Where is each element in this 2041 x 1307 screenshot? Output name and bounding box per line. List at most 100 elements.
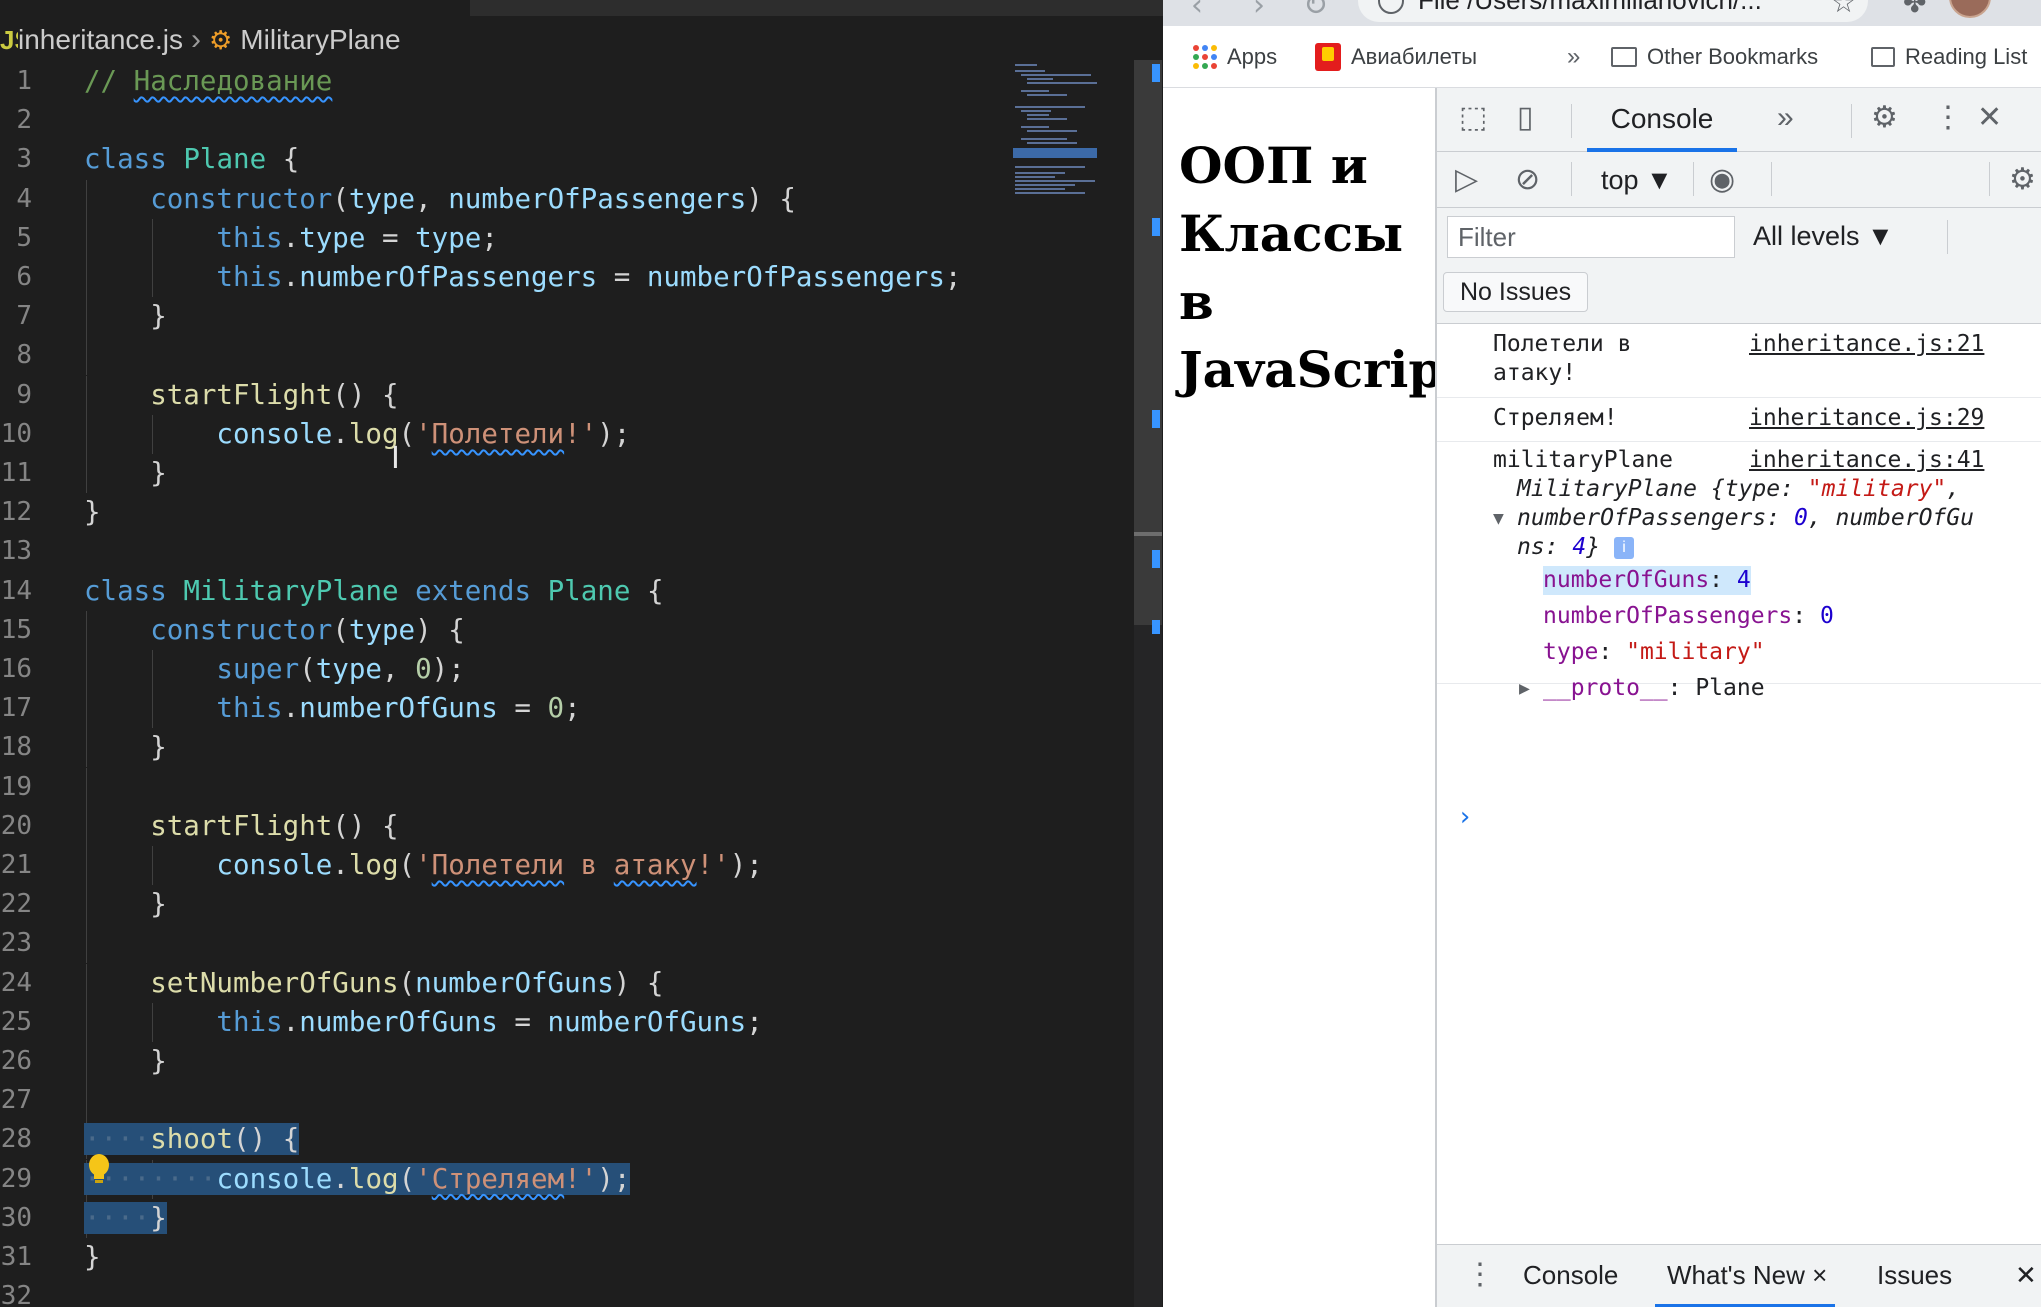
info-icon[interactable]: i xyxy=(1613,536,1634,559)
tab-console[interactable]: Console xyxy=(1587,88,1737,152)
code-text[interactable]: this.numberOfGuns = 0; xyxy=(216,689,580,728)
breadcrumb-file[interactable]: inheritance.js xyxy=(18,24,183,56)
code-line[interactable]: 9 startFlight() { xyxy=(0,375,1020,415)
object-preview-line2[interactable]: numberOfPassengers: 0, numberOfGu xyxy=(1517,504,1974,533)
lightbulb-icon[interactable] xyxy=(86,1153,112,1185)
code-text[interactable]: } xyxy=(84,493,101,532)
kebab-menu-icon[interactable]: ⋮ xyxy=(1933,100,1963,136)
bookmark-aviabilety[interactable]: Авиабилеты xyxy=(1315,26,1477,88)
code-line[interactable]: 17 this.numberOfGuns = 0; xyxy=(0,689,1020,729)
code-text[interactable]: ········console.log('Стреляем!'); xyxy=(84,1160,631,1199)
reload-icon[interactable]: ↻ xyxy=(1303,0,1328,23)
editor-scrollbar[interactable] xyxy=(1134,60,1162,1307)
code-text[interactable]: this.numberOfPassengers = numberOfPassen… xyxy=(216,258,961,297)
code-text[interactable]: } xyxy=(150,1042,167,1081)
other-bookmarks[interactable]: Other Bookmarks xyxy=(1611,26,1818,88)
code-text[interactable]: class MilitaryPlane extends Plane { xyxy=(84,572,664,611)
code-line[interactable]: 8 xyxy=(0,336,1020,376)
code-text[interactable]: this.numberOfGuns = numberOfGuns; xyxy=(216,1003,762,1042)
context-select[interactable]: top ▼ xyxy=(1601,162,1673,198)
code-line[interactable]: 27 xyxy=(0,1081,1020,1121)
address-bar[interactable]: File /Users/maximilianovich/... xyxy=(1358,0,1868,22)
inspect-element-icon[interactable]: ⬚ xyxy=(1459,100,1487,136)
code-text[interactable]: } xyxy=(84,1238,101,1277)
code-line[interactable]: 29 ········console.log('Стреляем!'); xyxy=(0,1159,1020,1199)
code-line[interactable]: 24 setNumberOfGuns(numberOfGuns) { xyxy=(0,963,1020,1003)
console-settings-gear-icon[interactable]: ⚙ xyxy=(2009,162,2036,198)
live-expression-eye-icon[interactable]: ◉ xyxy=(1709,162,1735,198)
code-line[interactable]: 12} xyxy=(0,493,1020,532)
drawer-menu-icon[interactable]: ⋮ xyxy=(1465,1245,1495,1307)
code-line[interactable]: 5 this.type = type; xyxy=(0,218,1020,258)
issues-button[interactable]: No Issues xyxy=(1443,272,1589,312)
device-toolbar-icon[interactable]: ▯ xyxy=(1517,100,1534,136)
code-line[interactable]: 21 console.log('Полетели в атаку!'); xyxy=(0,846,1020,885)
more-tabs-icon[interactable]: » xyxy=(1777,100,1794,136)
code-line[interactable]: 1 // Наследование xyxy=(0,62,1020,101)
code-line[interactable]: 32 xyxy=(0,1277,1020,1307)
code-text[interactable]: } xyxy=(150,885,167,924)
url-text[interactable]: File /Users/maximilianovich/... xyxy=(1418,0,1762,15)
back-arrow-icon[interactable]: ‹ xyxy=(1191,0,1203,23)
drawer-tab-issues[interactable]: Issues xyxy=(1877,1245,1952,1307)
object-preview-line1[interactable]: MilitaryPlane {type: "military", xyxy=(1517,475,1960,504)
code-text[interactable]: console.log('Полетели в атаку!'); xyxy=(216,846,762,885)
code-text[interactable]: ····shoot() { xyxy=(84,1120,300,1159)
expand-triangle-icon[interactable]: ▼ xyxy=(1493,504,1504,533)
forward-arrow-icon[interactable]: › xyxy=(1253,0,1265,23)
proto-property-row[interactable]: __proto__: Plane xyxy=(1543,674,1765,703)
code-text[interactable]: console.log('Полетели!'); xyxy=(216,415,630,454)
code-line[interactable]: 31} xyxy=(0,1238,1020,1277)
bookmarks-overflow-button[interactable]: » xyxy=(1567,26,1580,88)
code-text[interactable]: } xyxy=(150,454,167,493)
code-text[interactable]: super(type, 0); xyxy=(216,650,464,689)
code-line[interactable]: 23 xyxy=(0,924,1020,964)
code-text[interactable]: setNumberOfGuns(numberOfGuns) { xyxy=(150,964,663,1003)
reading-list[interactable]: Reading List xyxy=(1871,26,2027,88)
console-source-link[interactable]: inheritance.js:41 xyxy=(1749,446,1984,475)
code-line[interactable]: 2 xyxy=(0,101,1020,140)
code-line[interactable]: 19 xyxy=(0,767,1020,807)
code-editor[interactable]: JS inheritance.js › ⚙ MilitaryPlane 1 // … xyxy=(0,0,1163,1307)
active-tab[interactable] xyxy=(0,0,470,16)
drawer-tab-console[interactable]: Console xyxy=(1523,1245,1618,1307)
collapse-triangle-icon[interactable]: ▶ xyxy=(1519,674,1530,703)
code-line[interactable]: 18} xyxy=(0,728,1020,768)
console-prompt-icon[interactable]: › xyxy=(1457,802,1473,832)
console-source-link[interactable]: inheritance.js:29 xyxy=(1749,404,1984,433)
code-line[interactable]: 14 class MilitaryPlane extends Plane { xyxy=(0,572,1020,611)
code-line[interactable]: 10 console.log('Полетели!'); xyxy=(0,414,1020,454)
code-text[interactable]: startFlight() { xyxy=(150,376,398,415)
code-line[interactable]: 11} xyxy=(0,454,1020,493)
site-info-icon[interactable] xyxy=(1378,0,1404,14)
object-property-row[interactable]: numberOfGuns: 4 xyxy=(1543,566,1751,595)
log-levels-dropdown[interactable]: All levels ▼ xyxy=(1753,216,1894,256)
clear-console-icon[interactable]: ⊘ xyxy=(1515,162,1540,198)
editor-tab-strip[interactable] xyxy=(0,0,1163,16)
code-line[interactable]: 7} xyxy=(0,297,1020,337)
bookmark-star-icon[interactable]: ☆ xyxy=(1831,0,1856,19)
code-text[interactable]: constructor(type) { xyxy=(150,611,465,650)
console-source-link[interactable]: inheritance.js:21 xyxy=(1749,330,1984,359)
sidebar-toggle-icon[interactable]: ▷ xyxy=(1455,162,1478,198)
code-text[interactable]: // Наследование xyxy=(84,62,332,101)
code-text[interactable]: constructor(type, numberOfPassengers) { xyxy=(150,180,796,219)
code-line[interactable]: 22} xyxy=(0,885,1020,925)
profile-avatar[interactable] xyxy=(1949,0,1991,18)
code-line[interactable]: 25 this.numberOfGuns = numberOfGuns; xyxy=(0,1002,1020,1042)
breadcrumb-symbol[interactable]: MilitaryPlane xyxy=(240,24,400,56)
code-line[interactable]: 15 constructor(type) { xyxy=(0,610,1020,650)
drawer-tab-whats-new[interactable]: What's New × xyxy=(1654,1245,1836,1307)
object-preview-line3[interactable]: ns: 4} i xyxy=(1517,533,1634,562)
devtools-panel[interactable]: ⬚ ▯ Console » ⚙ ⋮ ✕ ▷ ⊘ top ▼ ◉ ⚙ Filter… xyxy=(1435,88,2041,1307)
code-text[interactable]: } xyxy=(150,297,167,336)
object-property-row[interactable]: type: "military" xyxy=(1543,638,1765,667)
code-line[interactable]: 6 this.numberOfPassengers = numberOfPasse… xyxy=(0,258,1020,297)
scrollbar-thumb[interactable] xyxy=(1134,60,1162,625)
browser-window[interactable]: ‹ › ↻ File /Users/maximilianovich/... ☆ … xyxy=(1163,0,2041,1307)
code-line[interactable]: 28 ····shoot() { xyxy=(0,1120,1020,1160)
code-line[interactable]: 3 class Plane { xyxy=(0,140,1020,179)
code-line[interactable]: 30 ····} xyxy=(0,1198,1020,1238)
settings-gear-icon[interactable]: ⚙ xyxy=(1871,100,1898,136)
object-property-row[interactable]: numberOfPassengers: 0 xyxy=(1543,602,1834,631)
